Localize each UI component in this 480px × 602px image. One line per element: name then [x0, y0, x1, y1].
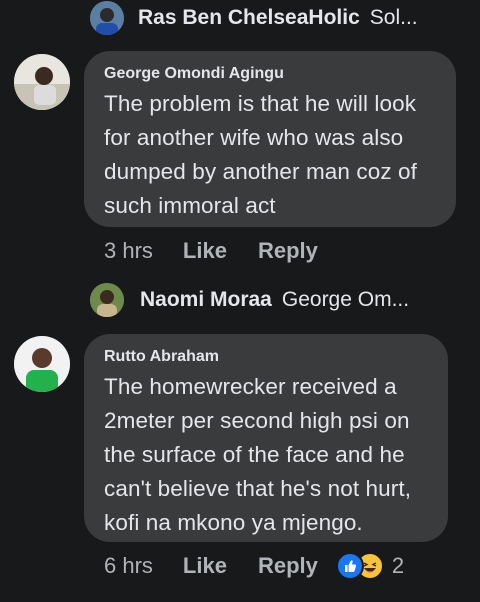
reply-preview-top[interactable]: Ras Ben ChelseaHolic Sol...: [90, 0, 418, 36]
comment-timestamp[interactable]: 6 hrs: [104, 553, 153, 579]
like-icon: [335, 552, 364, 580]
comment-text: The homewrecker received a 2meter per se…: [104, 370, 411, 540]
comment-actions: 6 hrs Like Reply 2: [104, 551, 404, 581]
profile-photo-icon: [90, 283, 124, 317]
comment-timestamp[interactable]: 3 hrs: [104, 238, 153, 264]
comment-line: such immoral act: [104, 193, 276, 218]
reply-author-name[interactable]: Naomi Moraa: [140, 288, 272, 312]
comment-line: The homewrecker received a: [104, 374, 397, 399]
comment-author[interactable]: Rutto Abraham: [104, 348, 219, 366]
reaction-summary[interactable]: 2: [335, 552, 405, 580]
comment-actions: 3 hrs Like Reply: [104, 236, 318, 266]
profile-photo-icon: [14, 54, 70, 110]
avatar[interactable]: [14, 336, 70, 392]
avatar[interactable]: [90, 1, 124, 35]
reply-snippet: Sol...: [369, 6, 418, 29]
avatar[interactable]: [90, 283, 124, 317]
reply-author-name[interactable]: Ras Ben ChelseaHolic: [138, 6, 360, 30]
comment-line: the surface of the face and he: [104, 442, 405, 467]
comment-line: The problem is that he will look: [104, 91, 417, 116]
like-button[interactable]: Like: [183, 553, 227, 579]
comment-bubble: Rutto Abraham The homewrecker received a…: [84, 334, 448, 542]
comment-bubble: George Omondi Agingu The problem is that…: [84, 51, 456, 227]
avatar[interactable]: [14, 54, 70, 110]
like-button[interactable]: Like: [183, 238, 227, 264]
reply-preview-mid[interactable]: Naomi Moraa George Om...: [90, 282, 409, 318]
comment-thread: Ras Ben ChelseaHolic Sol... George Omond…: [0, 0, 480, 602]
comment-line: kofi na mkono ya mjengo.: [104, 510, 363, 535]
comment-line: 2meter per second high psi on: [104, 408, 410, 433]
reaction-count: 2: [391, 553, 405, 578]
comment-line: for another wife who was also: [104, 125, 404, 150]
reply-button[interactable]: Reply: [258, 553, 318, 579]
comment-author[interactable]: George Omondi Agingu: [104, 65, 284, 83]
comment-line: dumped by another man coz of: [104, 159, 417, 184]
profile-photo-icon: [14, 336, 70, 392]
comment-text: The problem is that he will look for ano…: [104, 87, 417, 223]
reply-snippet: George Om...: [281, 288, 410, 311]
comment-line: can't believe that he's not hurt,: [104, 476, 412, 501]
reply-button[interactable]: Reply: [258, 238, 318, 264]
profile-photo-icon: [90, 1, 124, 35]
